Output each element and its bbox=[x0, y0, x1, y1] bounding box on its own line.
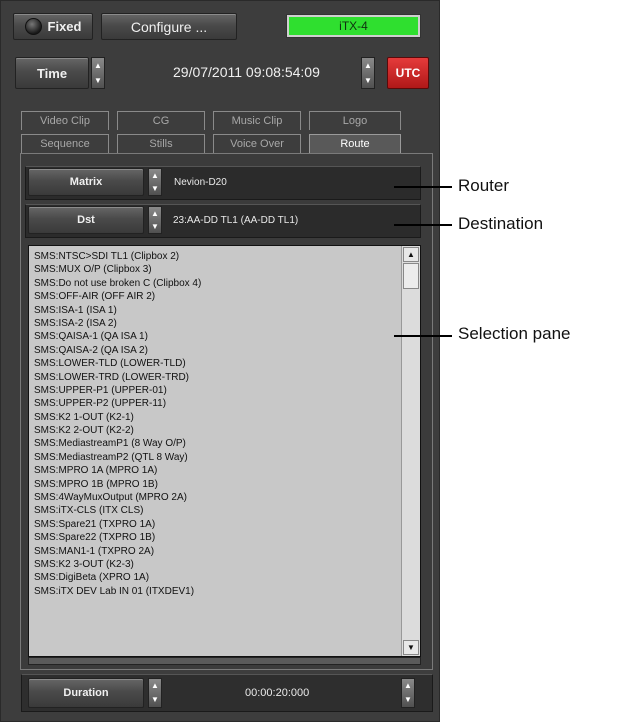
duration-value: 00:00:20:000 bbox=[245, 687, 310, 699]
selection-list: SMS:NTSC>SDI TL1 (Clipbox 2) SMS:MUX O/P … bbox=[34, 250, 399, 598]
selection-pane[interactable]: SMS:NTSC>SDI TL1 (Clipbox 2) SMS:MUX O/P … bbox=[28, 245, 421, 657]
list-item[interactable]: SMS:iTX DEV Lab IN 01 (ITXDEV1) bbox=[34, 585, 399, 598]
scroll-up-arrow-icon[interactable]: ▲ bbox=[403, 247, 419, 262]
tab-label: Voice Over bbox=[230, 138, 284, 150]
tab-route[interactable]: Route bbox=[309, 134, 401, 153]
matrix-spinner-icon[interactable]: ▲ ▼ bbox=[148, 168, 162, 196]
tab-label: CG bbox=[152, 115, 170, 127]
tab-label: Sequence bbox=[40, 138, 90, 150]
tab-label: Stills bbox=[149, 138, 173, 150]
list-item[interactable]: SMS:Spare21 (TXPRO 1A) bbox=[34, 518, 399, 531]
selection-pane-callout: Selection pane bbox=[458, 324, 571, 343]
list-item[interactable]: SMS:ISA-2 (ISA 2) bbox=[34, 317, 399, 330]
list-item[interactable]: SMS:Do not use broken C (Clipbox 4) bbox=[34, 277, 399, 290]
selection-pane-callout-line bbox=[394, 335, 452, 337]
duration-end-spinner-icon[interactable]: ▲ ▼ bbox=[401, 678, 415, 708]
destination-callout-line bbox=[394, 224, 452, 226]
datetime-display: 29/07/2011 09:08:54:09 bbox=[173, 64, 320, 80]
duration-spinner-icon[interactable]: ▲ ▼ bbox=[148, 678, 162, 708]
scroll-thumb[interactable] bbox=[403, 263, 419, 289]
matrix-value: Nevion-D20 bbox=[174, 177, 227, 188]
time-label: Time bbox=[36, 65, 68, 81]
list-item[interactable]: SMS:LOWER-TLD (LOWER-TLD) bbox=[34, 357, 399, 370]
list-item[interactable]: SMS:UPPER-P1 (UPPER-01) bbox=[34, 384, 399, 397]
destination-callout: Destination bbox=[458, 214, 544, 233]
list-item[interactable]: SMS:QAISA-1 (QA ISA 1) bbox=[34, 330, 399, 343]
time-spinner-icon[interactable]: ▲ ▼ bbox=[91, 57, 105, 89]
tab-label: Route bbox=[340, 138, 370, 150]
router-callout-line bbox=[394, 186, 452, 188]
scroll-down-arrow-icon[interactable]: ▼ bbox=[403, 640, 419, 655]
fixed-label: Fixed bbox=[47, 19, 82, 34]
list-item[interactable]: SMS:LOWER-TRD (LOWER-TRD) bbox=[34, 371, 399, 384]
list-item[interactable]: SMS:MPRO 1B (MPRO 1B) bbox=[34, 478, 399, 491]
router-callout: Router bbox=[458, 176, 510, 195]
tab-label: Music Clip bbox=[231, 115, 283, 127]
tab-sequence[interactable]: Sequence bbox=[21, 134, 109, 153]
tab-voice-over[interactable]: Voice Over bbox=[213, 134, 301, 153]
tab-cg[interactable]: CG bbox=[117, 111, 205, 130]
status-indicator: iTX-4 bbox=[286, 14, 421, 38]
dst-value: 23:AA-DD TL1 (AA-DD TL1) bbox=[173, 215, 299, 226]
list-item[interactable]: SMS:QAISA-2 (QA ISA 2) bbox=[34, 344, 399, 357]
list-item[interactable]: SMS:K2 2-OUT (K2-2) bbox=[34, 424, 399, 437]
tab-music-clip[interactable]: Music Clip bbox=[213, 111, 301, 130]
list-item[interactable]: SMS:Spare22 (TXPRO 1B) bbox=[34, 531, 399, 544]
tab-label: Logo bbox=[342, 115, 368, 127]
utc-button[interactable]: UTC bbox=[387, 57, 429, 89]
list-item[interactable]: SMS:DigiBeta (XPRO 1A) bbox=[34, 571, 399, 584]
tab-logo[interactable]: Logo bbox=[309, 111, 401, 130]
dst-label: Dst bbox=[77, 214, 95, 226]
configure-button[interactable]: Configure ... bbox=[101, 13, 237, 40]
list-item[interactable]: SMS:ISA-1 (ISA 1) bbox=[34, 304, 399, 317]
tab-label: Video Clip bbox=[40, 115, 90, 127]
list-item[interactable]: SMS:MediastreamP2 (QTL 8 Way) bbox=[34, 451, 399, 464]
time-button[interactable]: Time bbox=[15, 57, 89, 89]
list-item[interactable]: SMS:iTX-CLS (ITX CLS) bbox=[34, 504, 399, 517]
list-item[interactable]: SMS:MediastreamP1 (8 Way O/P) bbox=[34, 437, 399, 450]
horizontal-scrollbar[interactable] bbox=[28, 657, 421, 665]
duration-label: Duration bbox=[63, 687, 109, 699]
list-item[interactable]: SMS:MPRO 1A (MPRO 1A) bbox=[34, 464, 399, 477]
matrix-button[interactable]: Matrix bbox=[28, 168, 144, 196]
utc-label: UTC bbox=[395, 66, 421, 80]
list-item[interactable]: SMS:UPPER-P2 (UPPER-11) bbox=[34, 397, 399, 410]
duration-button[interactable]: Duration bbox=[28, 678, 144, 708]
fixed-button[interactable]: Fixed bbox=[13, 13, 93, 40]
led-indicator-icon bbox=[24, 18, 42, 35]
list-item[interactable]: SMS:OFF-AIR (OFF AIR 2) bbox=[34, 290, 399, 303]
vertical-scrollbar[interactable]: ▲ ▼ bbox=[401, 246, 420, 656]
list-item[interactable]: SMS:4WayMuxOutput (MPRO 2A) bbox=[34, 491, 399, 504]
tab-video-clip[interactable]: Video Clip bbox=[21, 111, 109, 130]
dst-spinner-icon[interactable]: ▲ ▼ bbox=[148, 206, 162, 234]
matrix-label: Matrix bbox=[69, 176, 103, 188]
configure-label: Configure ... bbox=[130, 18, 208, 35]
list-item[interactable]: SMS:MAN1-1 (TXPRO 2A) bbox=[34, 545, 399, 558]
datetime-spinner-icon[interactable]: ▲ ▼ bbox=[361, 57, 375, 89]
list-item[interactable]: SMS:K2 1-OUT (K2-1) bbox=[34, 411, 399, 424]
tab-stills[interactable]: Stills bbox=[117, 134, 205, 153]
list-item[interactable]: SMS:NTSC>SDI TL1 (Clipbox 2) bbox=[34, 250, 399, 263]
list-item[interactable]: SMS:MUX O/P (Clipbox 3) bbox=[34, 263, 399, 276]
dst-button[interactable]: Dst bbox=[28, 206, 144, 234]
route-control-panel: Fixed Configure ... iTX-4 Time ▲ ▼ 29/07/… bbox=[0, 0, 440, 722]
list-item[interactable]: SMS:K2 3-OUT (K2-3) bbox=[34, 558, 399, 571]
status-label: iTX-4 bbox=[339, 19, 368, 33]
